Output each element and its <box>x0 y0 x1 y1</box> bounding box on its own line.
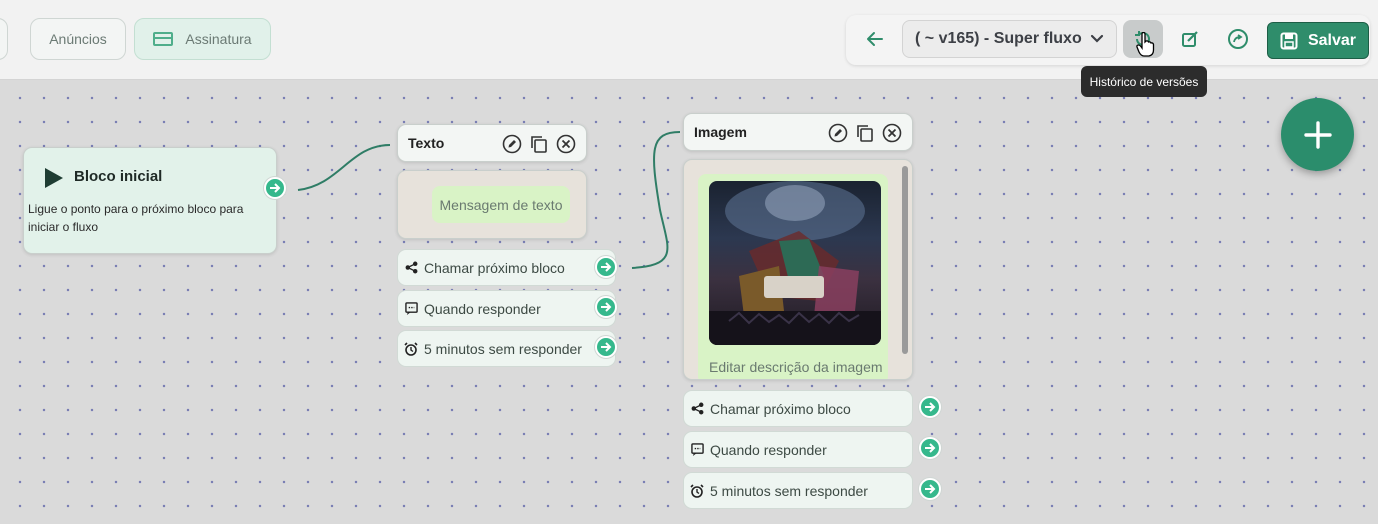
copy-icon[interactable] <box>529 134 549 154</box>
close-circle-icon[interactable] <box>556 134 576 154</box>
edit-flow-button[interactable] <box>1170 20 1210 58</box>
poster-artwork <box>709 181 881 345</box>
start-block-description: Ligue o ponto para o próximo bloco para … <box>28 202 244 234</box>
image-option-when-reply[interactable]: Quando responder <box>683 431 913 468</box>
text-block-preview[interactable]: Mensagem de texto <box>397 170 587 239</box>
arrow-right-icon <box>601 342 612 352</box>
arrow-right-icon <box>601 262 612 272</box>
option-label: Quando responder <box>424 300 541 317</box>
arrow-right-icon <box>270 183 281 193</box>
text-no-reply-connector[interactable] <box>595 336 617 358</box>
image-preview-scrollbar[interactable] <box>902 166 908 354</box>
image-block-header[interactable]: Imagem <box>683 113 913 151</box>
tooltip-text: Histórico de versões <box>1089 74 1199 89</box>
comment-icon <box>404 302 418 315</box>
text-message-bubble: Mensagem de texto <box>432 186 570 223</box>
edit-pencil-icon[interactable] <box>828 123 848 143</box>
arrow-right-icon <box>925 402 936 412</box>
play-icon <box>45 168 63 188</box>
version-select[interactable]: ( ~ v165) - Super fluxo <box>902 20 1117 58</box>
image-option-next-block[interactable]: Chamar próximo bloco <box>683 390 913 427</box>
image-message-bubble: Editar descrição da imagem <box>698 174 888 379</box>
option-label: 5 minutos sem responder <box>424 340 582 357</box>
image-next-block-connector[interactable] <box>919 396 941 418</box>
alarm-icon <box>690 483 704 498</box>
text-block-header[interactable]: Texto <box>397 124 587 162</box>
option-label: Chamar próximo bloco <box>424 259 565 276</box>
save-button[interactable]: Salvar <box>1267 22 1369 59</box>
arrow-right-icon <box>925 443 936 453</box>
text-message: Mensagem de texto <box>439 196 563 213</box>
floppy-disk-icon <box>1280 32 1298 49</box>
text-option-no-reply[interactable]: 5 minutos sem responder <box>397 330 616 367</box>
chevron-down-icon <box>1090 34 1104 43</box>
start-block-output-connector[interactable] <box>264 177 286 199</box>
image-option-no-reply[interactable]: 5 minutos sem responder <box>683 472 913 509</box>
copy-icon[interactable] <box>855 123 875 143</box>
tab-anuncios[interactable]: Anúncios <box>30 18 126 60</box>
text-next-block-connector[interactable] <box>595 256 617 278</box>
credit-card-icon <box>153 32 174 46</box>
arrow-right-icon <box>925 484 936 494</box>
tab-assinatura[interactable]: Assinatura <box>134 18 271 60</box>
edit-pencil-icon[interactable] <box>502 134 522 154</box>
option-label: Chamar próximo bloco <box>710 400 851 417</box>
save-button-label: Salvar <box>1307 31 1357 49</box>
comment-icon <box>690 443 704 456</box>
image-block-title: Imagem <box>694 124 747 140</box>
arrow-right-icon <box>601 302 612 312</box>
version-select-value: ( ~ v165) - Super fluxo <box>915 30 1082 47</box>
option-label: 5 minutos sem responder <box>710 482 868 499</box>
start-block-title: Bloco inicial <box>74 168 163 185</box>
text-option-next-block[interactable]: Chamar próximo bloco <box>397 249 616 286</box>
image-no-reply-connector[interactable] <box>919 478 941 500</box>
text-block-title: Texto <box>408 135 445 151</box>
text-option-when-reply[interactable]: Quando responder <box>397 290 616 327</box>
arrow-left-icon <box>867 32 883 46</box>
tab-assinatura-label: Assinatura <box>185 31 252 47</box>
share-icon <box>691 402 703 415</box>
text-when-reply-connector[interactable] <box>595 296 617 318</box>
image-when-reply-connector[interactable] <box>919 437 941 459</box>
image-caption[interactable]: Editar descrição da imagem <box>709 359 883 375</box>
tab-anuncios-label: Anúncios <box>49 31 107 47</box>
share-circle-icon <box>1228 29 1248 49</box>
share-flow-button[interactable] <box>1218 20 1258 58</box>
close-circle-icon[interactable] <box>882 123 902 143</box>
back-button[interactable] <box>864 27 886 51</box>
anime-poster-image <box>709 181 881 345</box>
edit-icon <box>1182 31 1198 47</box>
image-block-preview[interactable]: Editar descrição da imagem <box>683 159 913 380</box>
tab-hidden[interactable] <box>0 18 8 60</box>
tooltip-version-history: Histórico de versões <box>1081 66 1207 97</box>
share-icon <box>405 261 417 274</box>
hand-pointer-icon <box>1136 32 1155 57</box>
alarm-icon <box>404 341 418 356</box>
plus-icon <box>1303 120 1332 149</box>
start-block[interactable]: Bloco inicial Ligue o ponto para o próxi… <box>23 147 277 254</box>
add-block-button[interactable] <box>1281 98 1354 171</box>
option-label: Quando responder <box>710 441 827 458</box>
